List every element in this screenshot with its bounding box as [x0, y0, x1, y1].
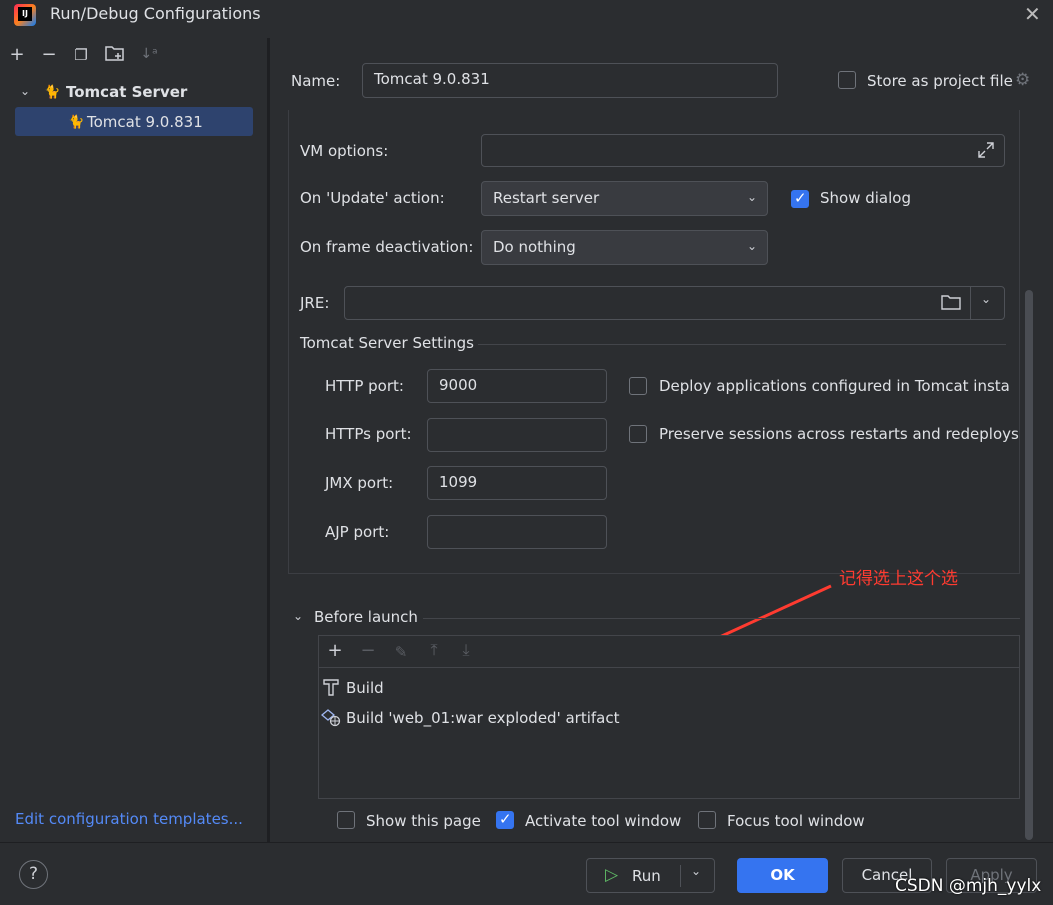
before-launch-title[interactable]: Before launch — [314, 608, 418, 626]
move-up-icon[interactable]: ⤒ — [423, 640, 445, 660]
show-dialog-label: Show dialog — [820, 189, 911, 207]
artifact-icon — [320, 709, 341, 731]
focus-tool-window-label: Focus tool window — [727, 812, 865, 830]
tree-item-tomcat-config[interactable]: Tomcat 9.0.831 — [87, 113, 203, 131]
store-project-checkbox[interactable] — [838, 71, 856, 89]
ajp-port-field[interactable] — [427, 515, 607, 549]
bottom-divider — [0, 842, 1053, 843]
pane-divider[interactable] — [268, 38, 270, 842]
expand-icon[interactable] — [976, 140, 996, 164]
run-label: Run — [632, 867, 661, 885]
edit-icon[interactable]: ✎ — [390, 643, 412, 661]
copy-icon[interactable]: ❐ — [70, 46, 92, 64]
https-port-field[interactable] — [427, 418, 607, 452]
update-action-label: On 'Update' action: — [300, 189, 445, 207]
group-divider — [478, 344, 1006, 345]
jmx-port-label: JMX port: — [325, 474, 394, 492]
ajp-port-label: AJP port: — [325, 523, 390, 541]
http-port-field[interactable]: 9000 — [427, 369, 607, 403]
deploy-apps-checkbox[interactable] — [629, 377, 647, 395]
name-label: Name: — [291, 72, 341, 90]
preserve-sessions-checkbox[interactable] — [629, 425, 647, 443]
activate-tool-window-checkbox[interactable] — [496, 810, 514, 829]
focus-tool-window-checkbox[interactable] — [698, 811, 716, 829]
list-item[interactable]: Build 'web_01:war exploded' artifact — [346, 709, 619, 727]
add-icon[interactable]: + — [6, 44, 28, 65]
intellij-logo-icon — [14, 4, 36, 26]
window-title: Run/Debug Configurations — [50, 4, 261, 23]
add-icon[interactable]: + — [324, 640, 346, 661]
help-button[interactable]: ? — [19, 860, 48, 889]
tomcat-settings-title: Tomcat Server Settings — [300, 334, 474, 352]
https-port-label: HTTPs port: — [325, 425, 412, 443]
http-port-label: HTTP port: — [325, 377, 404, 395]
tomcat-icon: 🐈 — [44, 85, 61, 100]
edit-templates-link[interactable]: Edit configuration templates... — [15, 810, 243, 828]
run-button[interactable]: ▷ Run ⌄ — [586, 858, 715, 893]
close-icon[interactable]: ✕ — [1024, 2, 1041, 26]
show-page-checkbox[interactable] — [337, 811, 355, 829]
name-field[interactable]: Tomcat 9.0.831 — [362, 63, 778, 98]
annotation-text: 记得选上这个选 — [839, 569, 958, 589]
remove-icon[interactable]: − — [357, 640, 379, 661]
scrollbar[interactable] — [1025, 290, 1033, 840]
update-action-select[interactable]: Restart server ⌄ — [481, 181, 768, 216]
vm-options-label: VM options: — [300, 142, 389, 160]
chevron-down-icon[interactable]: ⌄ — [691, 864, 701, 878]
group-divider — [423, 618, 1020, 619]
jre-label: JRE: — [300, 294, 330, 312]
play-icon: ▷ — [605, 865, 619, 885]
show-page-label: Show this page — [366, 812, 481, 830]
show-dialog-checkbox[interactable] — [791, 189, 809, 208]
frame-deactivation-value: Do nothing — [493, 238, 576, 256]
preserve-sessions-label: Preserve sessions across restarts and re… — [659, 425, 1019, 443]
jre-separator — [970, 287, 971, 319]
chevron-down-icon: ⌄ — [746, 190, 757, 204]
left-pane — [0, 38, 268, 842]
list-item[interactable]: Build — [346, 679, 384, 697]
frame-deactivation-select[interactable]: Do nothing ⌄ — [481, 230, 768, 265]
hammer-icon — [322, 678, 340, 700]
tomcat-icon: 🐈 — [68, 115, 85, 130]
ok-button[interactable]: OK — [737, 858, 828, 893]
tree-item-tomcat-server[interactable]: Tomcat Server — [66, 83, 187, 101]
frame-deactivation-label: On frame deactivation: — [300, 238, 474, 256]
update-action-value: Restart server — [493, 189, 600, 207]
activate-tool-window-label: Activate tool window — [525, 812, 682, 830]
deploy-apps-label: Deploy applications configured in Tomcat… — [659, 377, 1009, 395]
new-folder-icon[interactable] — [104, 44, 126, 67]
folder-icon[interactable] — [941, 294, 961, 315]
jmx-port-field[interactable]: 1099 — [427, 466, 607, 500]
jre-field[interactable] — [344, 286, 1005, 320]
collapse-icon[interactable]: ⌄ — [293, 609, 303, 623]
gear-icon[interactable]: ⚙ — [1015, 70, 1030, 90]
run-separator — [680, 865, 681, 887]
chevron-down-icon: ⌄ — [746, 239, 757, 253]
store-project-label: Store as project file — [867, 72, 1013, 90]
move-down-icon[interactable]: ⤓ — [455, 640, 477, 660]
watermark: CSDN @mjh_yylx — [895, 876, 1042, 896]
chevron-down-icon[interactable]: ⌄ — [981, 292, 991, 306]
vm-options-field[interactable] — [481, 134, 1005, 167]
remove-icon[interactable]: − — [38, 44, 60, 65]
tree-expand-icon[interactable]: ⌄ — [20, 84, 30, 98]
sort-icon[interactable]: ↓ᵃ — [138, 46, 160, 62]
